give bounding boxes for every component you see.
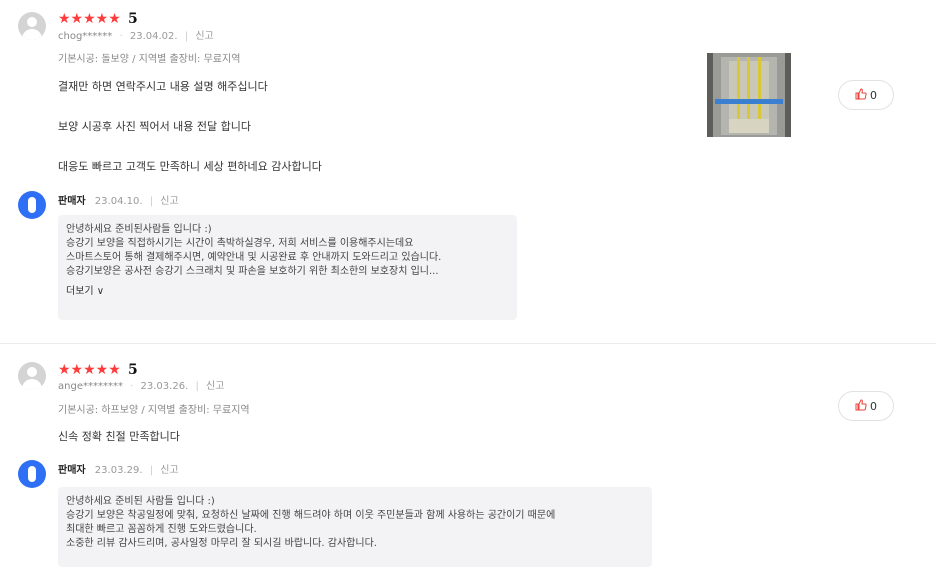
thumbs-up-icon <box>855 87 867 103</box>
seller-name: 판매자 <box>58 465 86 476</box>
rating-score: 5 <box>128 362 138 378</box>
review-date: 23.04.02. <box>129 31 178 42</box>
seller-reply-date: 23.03.29. <box>94 465 143 476</box>
user-avatar-icon <box>18 362 46 390</box>
like-count: 0 <box>870 399 877 413</box>
review-date: 23.03.26. <box>140 381 189 392</box>
reply-line: 승강기 보양을 직접하시기는 시간이 촉박하실경우, 저희 서비스를 이용해주시… <box>66 238 414 249</box>
show-more-button[interactable]: 더보기 ∨ <box>66 285 509 299</box>
purchase-option: 기본시공: 돌보양 / 지역별 출장비: 무료지역 <box>58 54 241 65</box>
review-text-line: 보양 시공후 사진 찍어서 내용 전달 합니다 <box>58 120 252 133</box>
review-text-line: 신속 정확 친절 만족합니다 <box>58 430 180 443</box>
review-divider <box>0 343 936 344</box>
reply-line: 승강기 보양은 착공일정에 맞춰, 요청하신 날짜에 진행 해드려야 하며 이웃… <box>66 510 556 521</box>
rating-score: 5 <box>128 11 138 27</box>
rating-stars: ★★★★★ <box>58 362 121 378</box>
review-meta: ange******** · 23.03.26. | 신고 <box>58 381 225 392</box>
like-button[interactable]: 0 <box>838 80 894 110</box>
seller-avatar-icon <box>18 191 46 219</box>
reply-line: 승강기보양은 공사전 승강기 스크래치 및 파손을 보호하기 위한 최소한의 보… <box>66 266 439 277</box>
report-link[interactable]: 신고 <box>195 31 213 42</box>
report-link[interactable]: 신고 <box>206 381 224 392</box>
reply-line: 안녕하세요 준비된사람들 입니다 :) <box>66 224 212 235</box>
seller-report-link[interactable]: 신고 <box>160 196 178 207</box>
review-photo[interactable] <box>707 53 791 137</box>
seller-name: 판매자 <box>58 196 86 207</box>
seller-avatar-icon <box>18 460 46 488</box>
review-meta: chog****** · 23.04.02. | 신고 <box>58 31 214 42</box>
reviewer-id: ange******** <box>58 381 123 392</box>
reply-line: 스마트스토어 통해 결제해주시면, 예약안내 및 시공완료 후 안내까지 도와드… <box>66 252 442 263</box>
thumbs-up-icon <box>855 398 867 414</box>
reviewer-id: chog****** <box>58 31 113 42</box>
seller-reply-header: 판매자 23.04.10. | 신고 <box>58 196 179 207</box>
like-count: 0 <box>870 88 877 102</box>
user-avatar-icon <box>18 12 46 40</box>
review-text-line: 대응도 빠르고 고객도 만족하니 세상 편하네요 감사합니다 <box>58 160 322 173</box>
reply-line: 최대한 빠르고 꼼꼼하게 진행 도와드렸습니다. <box>66 524 257 535</box>
elevator-photo-image <box>707 53 791 137</box>
seller-reply-date: 23.04.10. <box>94 196 143 207</box>
like-button[interactable]: 0 <box>838 391 894 421</box>
seller-report-link[interactable]: 신고 <box>160 465 178 476</box>
reply-line: 소중한 리뷰 감사드리며, 공사일정 마무리 잘 되시길 바랍니다. 감사합니다… <box>66 538 377 549</box>
seller-reply: 안녕하세요 준비된 사람들 입니다 :) 승강기 보양은 착공일정에 맞춰, 요… <box>58 487 652 567</box>
seller-reply: 안녕하세요 준비된사람들 입니다 :) 승강기 보양을 직접하시기는 시간이 촉… <box>58 215 517 320</box>
seller-reply-header: 판매자 23.03.29. | 신고 <box>58 465 179 476</box>
reply-line: 안녕하세요 준비된 사람들 입니다 :) <box>66 496 215 507</box>
rating-stars: ★★★★★ <box>58 11 121 27</box>
purchase-option: 기본시공: 하프보양 / 지역별 출장비: 무료지역 <box>58 405 250 416</box>
review-text-line: 결재만 하면 연락주시고 내용 설명 해주십니다 <box>58 80 268 93</box>
